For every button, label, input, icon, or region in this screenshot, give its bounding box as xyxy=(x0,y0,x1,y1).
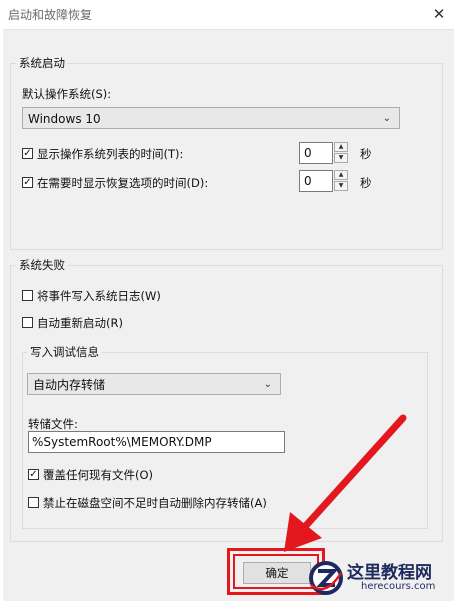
show-recovery-label: 在需要时显示恢复选项的时间(D): xyxy=(37,176,209,190)
watermark-logo-icon xyxy=(309,561,343,595)
failure-group-title: 系统失败 xyxy=(16,257,68,273)
show-os-list-up-button[interactable]: ▲ xyxy=(334,142,348,152)
show-os-list-seconds-input[interactable]: 0 xyxy=(299,142,333,164)
disable-auto-delete-checkbox[interactable] xyxy=(28,497,39,508)
show-os-list-checkbox[interactable]: ✓ xyxy=(22,148,33,159)
chevron-down-icon: ⌄ xyxy=(382,113,391,124)
show-recovery-up-button[interactable]: ▲ xyxy=(334,170,348,180)
check-icon: ✓ xyxy=(29,469,38,480)
default-os-select[interactable]: Windows 10 ⌄ xyxy=(22,107,400,129)
show-recovery-seconds-input[interactable]: 0 xyxy=(299,170,333,192)
title-bar: 启动和故障恢复 ✕ xyxy=(0,0,457,28)
debug-group-title: 写入调试信息 xyxy=(27,344,102,360)
default-os-value: Windows 10 xyxy=(28,112,101,126)
overwrite-label: 覆盖任何现有文件(O) xyxy=(43,468,154,482)
disable-auto-delete-label: 禁止在磁盘空间不足时自动删除内存转储(A) xyxy=(43,496,267,510)
auto-restart-label: 自动重新启动(R) xyxy=(37,316,123,330)
show-recovery-checkbox[interactable]: ✓ xyxy=(22,177,33,188)
show-os-list-unit: 秒 xyxy=(360,147,372,161)
dump-type-select[interactable]: 自动内存转储 ⌄ xyxy=(27,373,281,395)
dump-file-label: 转储文件: xyxy=(28,417,78,431)
check-icon: ✓ xyxy=(23,148,32,159)
window-title: 启动和故障恢复 xyxy=(8,8,93,22)
watermark: 这里教程网 herecours.com xyxy=(303,555,457,600)
overwrite-checkbox[interactable]: ✓ xyxy=(28,469,39,480)
close-icon[interactable]: ✕ xyxy=(426,2,452,26)
write-event-label: 将事件写入系统日志(W) xyxy=(37,289,161,303)
write-event-checkbox[interactable] xyxy=(22,290,33,301)
default-os-label: 默认操作系统(S): xyxy=(22,87,112,101)
watermark-cn-text: 这里教程网 xyxy=(347,563,432,583)
show-recovery-down-button[interactable]: ▼ xyxy=(334,181,348,191)
dump-type-value: 自动内存转储 xyxy=(33,378,106,392)
auto-restart-checkbox[interactable] xyxy=(22,317,33,328)
show-os-list-down-button[interactable]: ▼ xyxy=(334,153,348,163)
show-recovery-unit: 秒 xyxy=(360,176,372,190)
chevron-down-icon: ⌄ xyxy=(263,379,272,390)
check-icon: ✓ xyxy=(23,177,32,188)
show-os-list-label: 显示操作系统列表的时间(T): xyxy=(37,147,184,161)
dump-file-input[interactable]: %SystemRoot%\MEMORY.DMP xyxy=(28,431,285,453)
startup-group-title: 系统启动 xyxy=(16,55,68,71)
watermark-en-text: herecours.com xyxy=(361,581,436,592)
